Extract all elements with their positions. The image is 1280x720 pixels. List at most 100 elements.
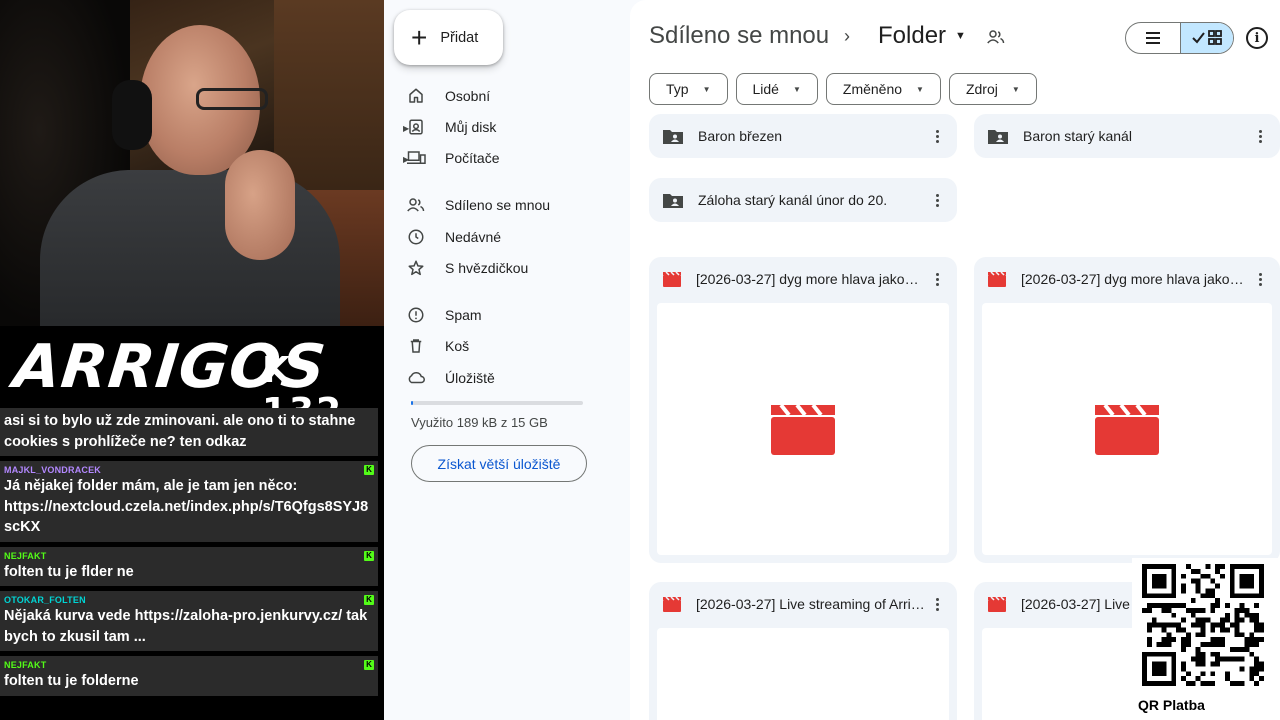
- file-name: [2026-03-27] dyg more hlava jakožto ajťá…: [1021, 271, 1248, 287]
- home-icon: [404, 84, 428, 108]
- chevron-down-icon: ▼: [702, 84, 711, 94]
- chat-text: Já nějakej folder mám, ale je tam jen ně…: [4, 478, 369, 535]
- folder-name: Baron starý kanál: [1023, 128, 1132, 144]
- kick-badge-icon: K: [364, 465, 374, 475]
- sidebar-item-label: Můj disk: [445, 119, 497, 135]
- shared-folder-icon: [663, 194, 683, 208]
- file-card[interactable]: [2026-03-27] Live streaming of Arrigos: [649, 582, 957, 720]
- kick-badge-icon: K: [364, 595, 374, 605]
- computer-icon: [404, 146, 428, 170]
- sidebar-item-label: Počítače: [445, 150, 500, 166]
- sidebar-item-label: Spam: [445, 307, 482, 323]
- info-icon[interactable]: i: [1246, 27, 1268, 49]
- sidebar-item-shared[interactable]: Sdíleno se mnou: [404, 190, 550, 220]
- chat-message: MAJKL_VONDRACEK K Já nějakej folder mám,…: [0, 461, 378, 544]
- folder-name: Baron březen: [698, 128, 783, 144]
- sidebar-item-label: Osobní: [445, 88, 491, 104]
- screen: ARRIGOS K 132 asi si to bylo už zde zmin…: [0, 0, 1280, 720]
- new-button[interactable]: + Přidat: [394, 10, 503, 65]
- chat-message: OTOKAR_FOLTEN K Nějaká kurva vede https:…: [0, 591, 378, 653]
- sidebar-item-label: S hvězdičkou: [445, 260, 529, 276]
- sidebar-item-computers[interactable]: Počítače: [404, 143, 499, 173]
- channel-brand: ARRIGOS K 132: [0, 326, 384, 432]
- qr-payment-overlay: QR Platba: [1132, 558, 1280, 720]
- chat-message: NEJFAKT K folten tu je flder ne: [0, 546, 378, 588]
- trash-icon: [404, 334, 428, 358]
- grid-view-button[interactable]: [1179, 23, 1233, 53]
- breadcrumb-shared[interactable]: Sdíleno se mnou: [649, 22, 829, 50]
- video-file-icon: [988, 271, 1006, 287]
- chevron-down-icon: ▼: [955, 30, 966, 42]
- sidebar: + Přidat Osobní ▶ Můj disk ▶ Počítače Sd…: [384, 0, 630, 720]
- people-icon: [404, 193, 428, 217]
- more-options-icon[interactable]: [925, 124, 949, 148]
- chat-author: OTOKAR_FOLTEN: [4, 595, 86, 605]
- more-options-icon[interactable]: [925, 267, 949, 291]
- folder-name: Záloha starý kanál únor do 20.: [698, 192, 888, 208]
- video-clapper-icon: [771, 403, 835, 455]
- more-options-icon[interactable]: [925, 592, 949, 616]
- filter-label: Typ: [666, 81, 689, 97]
- filter-people[interactable]: Lidé ▼: [735, 73, 818, 105]
- share-people-icon[interactable]: [986, 28, 1006, 48]
- clock-icon: [404, 225, 428, 249]
- breadcrumb-current-folder[interactable]: Folder ▼: [878, 22, 966, 50]
- qr-label: QR Platba: [1138, 697, 1205, 713]
- filter-source[interactable]: Zdroj ▼: [948, 73, 1037, 105]
- folder-card[interactable]: Záloha starý kanál únor do 20.: [649, 178, 957, 222]
- sidebar-item-starred[interactable]: S hvězdičkou: [404, 253, 528, 283]
- new-button-label: Přidat: [440, 29, 479, 46]
- sidebar-item-label: Koš: [445, 338, 470, 354]
- sidebar-item-trash[interactable]: Koš: [404, 331, 469, 361]
- chat-text: folten tu je flder ne: [4, 563, 134, 580]
- sidebar-item-my-drive[interactable]: Můj disk: [404, 112, 496, 142]
- folder-title: Folder: [878, 22, 947, 49]
- chat-author: NEJFAKT: [4, 550, 47, 561]
- filter-label: Zdroj: [965, 81, 998, 97]
- video-file-icon: [663, 596, 681, 612]
- video-clapper-icon: [1095, 403, 1159, 455]
- chat-message: NEJFAKT K folten tu je folderne: [0, 656, 378, 698]
- file-card[interactable]: [2026-03-27] dyg more hlava jakožto ajťá…: [974, 257, 1280, 563]
- star-icon: [404, 256, 428, 280]
- file-thumbnail: [657, 628, 949, 720]
- more-options-icon[interactable]: [1248, 124, 1272, 148]
- video-file-icon: [988, 596, 1006, 612]
- spam-icon: [404, 303, 428, 327]
- filter-chips: Typ ▼ Lidé ▼ Změněno ▼ Zdroj ▼: [649, 73, 1045, 105]
- file-thumbnail: [657, 303, 949, 555]
- filter-modified[interactable]: Změněno ▼: [825, 73, 941, 105]
- stream-overlay: ARRIGOS K 132 asi si to bylo už zde zmin…: [0, 0, 384, 720]
- shared-folder-icon: [663, 130, 683, 144]
- sidebar-item-label: Sdíleno se mnou: [445, 197, 551, 213]
- more-options-icon[interactable]: [925, 188, 949, 212]
- filter-type[interactable]: Typ ▼: [649, 73, 728, 105]
- list-view-button[interactable]: [1126, 23, 1180, 53]
- shared-folder-icon: [988, 130, 1008, 144]
- sidebar-item-recent[interactable]: Nedávné: [404, 222, 501, 252]
- sidebar-item-label: Nedávné: [445, 229, 502, 245]
- get-more-storage-button[interactable]: Získat větší úložiště: [411, 445, 587, 482]
- sidebar-item-home[interactable]: Osobní: [404, 81, 490, 111]
- kick-badge-icon: K: [364, 550, 374, 561]
- sidebar-item-spam[interactable]: Spam: [404, 300, 482, 330]
- video-file-icon: [663, 271, 681, 287]
- chat-author: MAJKL_VONDRACEK: [4, 465, 102, 475]
- breadcrumb-separator: ›: [844, 26, 850, 46]
- filter-label: Změněno: [842, 81, 903, 97]
- file-name: [2026-03-27] dyg more hlava jakožto ajťá…: [696, 271, 925, 287]
- chat-panel: asi si to bylo už zde zminovani. ale ono…: [0, 408, 384, 720]
- folder-card[interactable]: Baron starý kanál: [974, 114, 1280, 158]
- storage-text: Využito 189 kB z 15 GB: [411, 415, 548, 430]
- webcam-feed: [0, 0, 384, 326]
- sidebar-item-storage[interactable]: Úložiště: [404, 363, 495, 393]
- file-card[interactable]: [2026-03-27] dyg more hlava jakožto ajťá…: [649, 257, 957, 563]
- folder-card[interactable]: Baron březen: [649, 114, 957, 158]
- storage-usage-bar: [411, 401, 583, 405]
- chevron-down-icon: ▼: [792, 84, 801, 94]
- cloud-icon: [404, 366, 428, 390]
- chevron-down-icon: ▼: [916, 84, 924, 94]
- chat-author: NEJFAKT: [4, 660, 47, 670]
- more-options-icon[interactable]: [1248, 267, 1272, 291]
- chat-text: Nějaká kurva vede https://zaloha-pro.jen…: [4, 608, 368, 645]
